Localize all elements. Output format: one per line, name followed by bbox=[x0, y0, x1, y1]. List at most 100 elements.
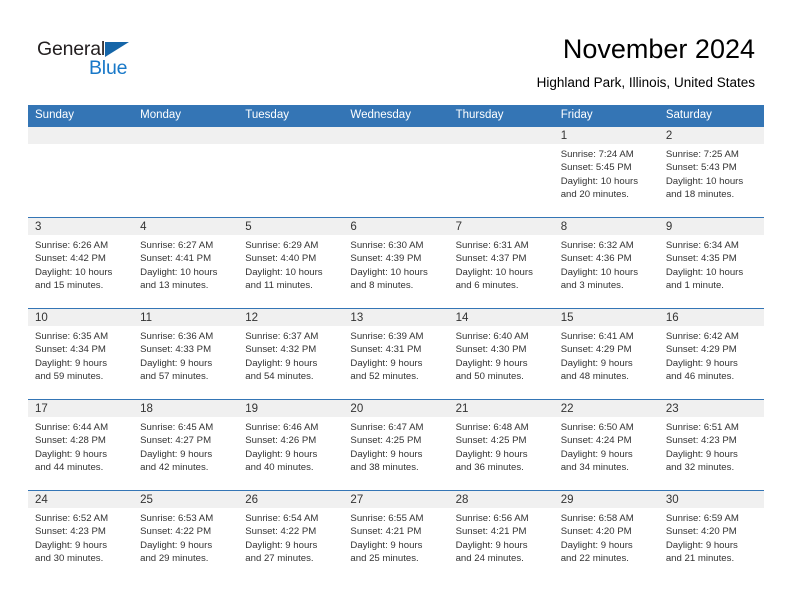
sunrise-time: Sunrise: 6:31 AM bbox=[455, 240, 529, 251]
day-number bbox=[238, 127, 344, 144]
sunrise-time: Sunrise: 6:46 AM bbox=[245, 422, 319, 433]
daylight-duration-line1: Daylight: 9 hours bbox=[665, 357, 738, 369]
calendar-day-cell[interactable]: 23 Sunrise: 6:51 AM Sunset: 4:23 PM Dayligh… bbox=[658, 399, 764, 491]
day-cell-inner: 15 Sunrise: 6:41 AM Sunset: 4:29 PM Dayligh… bbox=[553, 309, 659, 399]
daylight-duration-line1: Daylight: 9 hours bbox=[560, 448, 633, 460]
calendar-day-cell[interactable]: 11 Sunrise: 6:36 AM Sunset: 4:33 PM Dayligh… bbox=[133, 308, 239, 400]
calendar-week-row: 17 Sunrise: 6:44 AM Sunset: 4:28 PM Dayligh… bbox=[28, 399, 764, 491]
calendar-day-cell bbox=[133, 126, 239, 218]
calendar-body: 1 Sunrise: 7:24 AM Sunset: 5:45 PM Daylight… bbox=[28, 126, 764, 581]
calendar-day-cell[interactable]: 25 Sunrise: 6:53 AM Sunset: 4:22 PM Dayligh… bbox=[133, 490, 239, 581]
sunset-time: Sunset: 5:43 PM bbox=[665, 162, 737, 174]
day-cell-inner: 26 Sunrise: 6:54 AM Sunset: 4:22 PM Dayligh… bbox=[238, 491, 344, 581]
calendar-day-cell[interactable]: 22 Sunrise: 6:50 AM Sunset: 4:24 PM Dayligh… bbox=[553, 399, 659, 491]
day-cell-inner: 16 Sunrise: 6:42 AM Sunset: 4:29 PM Dayligh… bbox=[658, 309, 764, 399]
day-details: Sunrise: 6:53 AM Sunset: 4:22 PM Daylight:… bbox=[133, 508, 238, 566]
calendar-day-cell[interactable]: 12 Sunrise: 6:37 AM Sunset: 4:32 PM Dayligh… bbox=[238, 308, 344, 400]
sunset-time: Sunset: 4:30 PM bbox=[455, 344, 527, 356]
day-number bbox=[343, 127, 449, 144]
daylight-duration-line2: and 25 minutes. bbox=[350, 553, 419, 565]
calendar-day-cell[interactable]: 5 Sunrise: 6:29 AM Sunset: 4:40 PM Daylight… bbox=[238, 217, 344, 309]
logo-text-blue: Blue bbox=[89, 57, 128, 79]
day-number: 27 bbox=[343, 491, 449, 508]
calendar-day-cell[interactable]: 10 Sunrise: 6:35 AM Sunset: 4:34 PM Dayligh… bbox=[28, 308, 134, 400]
daylight-duration-line1: Daylight: 9 hours bbox=[455, 357, 528, 369]
day-number: 12 bbox=[238, 309, 344, 326]
calendar-day-cell[interactable]: 8 Sunrise: 6:32 AM Sunset: 4:36 PM Daylight… bbox=[553, 217, 659, 309]
calendar-day-cell bbox=[448, 126, 554, 218]
calendar-day-cell[interactable]: 24 Sunrise: 6:52 AM Sunset: 4:23 PM Dayligh… bbox=[28, 490, 134, 581]
calendar-day-cell[interactable]: 26 Sunrise: 6:54 AM Sunset: 4:22 PM Dayligh… bbox=[238, 490, 344, 581]
day-number: 16 bbox=[658, 309, 764, 326]
sunrise-time: Sunrise: 6:27 AM bbox=[140, 240, 214, 251]
calendar-day-cell[interactable]: 16 Sunrise: 6:42 AM Sunset: 4:29 PM Dayligh… bbox=[658, 308, 764, 400]
calendar-day-cell[interactable]: 15 Sunrise: 6:41 AM Sunset: 4:29 PM Dayligh… bbox=[553, 308, 659, 400]
calendar-day-cell[interactable]: 19 Sunrise: 6:46 AM Sunset: 4:26 PM Dayligh… bbox=[238, 399, 344, 491]
daylight-duration-line2: and 20 minutes. bbox=[560, 189, 629, 201]
day-details: Sunrise: 6:35 AM Sunset: 4:34 PM Daylight:… bbox=[28, 326, 133, 384]
calendar-day-cell[interactable]: 2 Sunrise: 7:25 AM Sunset: 5:43 PM Daylight… bbox=[658, 126, 764, 218]
sunrise-time: Sunrise: 6:40 AM bbox=[455, 331, 529, 342]
sunset-time: Sunset: 4:29 PM bbox=[560, 344, 632, 356]
calendar-day-cell bbox=[343, 126, 449, 218]
day-number: 29 bbox=[553, 491, 659, 508]
daylight-duration-line1: Daylight: 10 hours bbox=[665, 266, 744, 278]
daylight-duration-line1: Daylight: 9 hours bbox=[350, 539, 423, 551]
calendar-day-cell[interactable]: 18 Sunrise: 6:45 AM Sunset: 4:27 PM Dayligh… bbox=[133, 399, 239, 491]
calendar-day-cell[interactable]: 17 Sunrise: 6:44 AM Sunset: 4:28 PM Dayligh… bbox=[28, 399, 134, 491]
sunrise-time: Sunrise: 6:54 AM bbox=[245, 513, 319, 524]
daylight-duration-line2: and 3 minutes. bbox=[560, 280, 624, 292]
day-cell-inner bbox=[28, 127, 134, 217]
daylight-duration-line2: and 21 minutes. bbox=[665, 553, 735, 565]
day-cell-inner bbox=[448, 127, 554, 217]
daylight-duration-line1: Daylight: 9 hours bbox=[560, 539, 633, 551]
day-details: Sunrise: 6:32 AM Sunset: 4:36 PM Daylight:… bbox=[554, 235, 659, 293]
calendar-day-cell[interactable]: 20 Sunrise: 6:47 AM Sunset: 4:25 PM Dayligh… bbox=[343, 399, 449, 491]
day-cell-inner: 19 Sunrise: 6:46 AM Sunset: 4:26 PM Dayligh… bbox=[238, 400, 344, 490]
sunrise-time: Sunrise: 6:52 AM bbox=[35, 513, 109, 524]
sunset-time: Sunset: 4:21 PM bbox=[455, 526, 527, 538]
calendar-week-row: 10 Sunrise: 6:35 AM Sunset: 4:34 PM Dayligh… bbox=[28, 308, 764, 400]
sunset-time: Sunset: 4:42 PM bbox=[35, 253, 106, 265]
day-number: 5 bbox=[238, 218, 344, 235]
day-number: 17 bbox=[28, 400, 134, 417]
calendar-day-cell[interactable]: 27 Sunrise: 6:55 AM Sunset: 4:21 PM Dayligh… bbox=[343, 490, 449, 581]
sunset-time: Sunset: 4:22 PM bbox=[140, 526, 212, 538]
daylight-duration-line1: Daylight: 9 hours bbox=[245, 448, 318, 460]
daylight-duration-line1: Daylight: 9 hours bbox=[140, 357, 213, 369]
calendar-day-cell[interactable]: 6 Sunrise: 6:30 AM Sunset: 4:39 PM Daylight… bbox=[343, 217, 449, 309]
day-details: Sunrise: 6:30 AM Sunset: 4:39 PM Daylight:… bbox=[343, 235, 448, 293]
daylight-duration-line2: and 11 minutes. bbox=[245, 280, 313, 292]
weekday-header-tuesday: Tuesday bbox=[238, 105, 344, 127]
day-cell-inner: 13 Sunrise: 6:39 AM Sunset: 4:31 PM Dayligh… bbox=[343, 309, 449, 399]
calendar-day-cell[interactable]: 1 Sunrise: 7:24 AM Sunset: 5:45 PM Daylight… bbox=[553, 126, 659, 218]
calendar-day-cell[interactable]: 3 Sunrise: 6:26 AM Sunset: 4:42 PM Daylight… bbox=[28, 217, 134, 309]
day-number: 18 bbox=[133, 400, 239, 417]
daylight-duration-line2: and 36 minutes. bbox=[455, 462, 524, 474]
day-cell-inner bbox=[133, 127, 239, 217]
sunrise-time: Sunrise: 6:53 AM bbox=[140, 513, 214, 524]
calendar-day-cell[interactable]: 7 Sunrise: 6:31 AM Sunset: 4:37 PM Daylight… bbox=[448, 217, 554, 309]
sunrise-time: Sunrise: 6:37 AM bbox=[245, 331, 319, 342]
calendar-day-cell[interactable]: 30 Sunrise: 6:59 AM Sunset: 4:20 PM Dayligh… bbox=[658, 490, 764, 581]
calendar-day-cell[interactable]: 4 Sunrise: 6:27 AM Sunset: 4:41 PM Daylight… bbox=[133, 217, 239, 309]
sunrise-time: Sunrise: 6:45 AM bbox=[140, 422, 214, 433]
daylight-duration-line1: Daylight: 10 hours bbox=[140, 266, 218, 278]
day-number: 21 bbox=[448, 400, 554, 417]
day-details: Sunrise: 6:31 AM Sunset: 4:37 PM Daylight:… bbox=[449, 235, 554, 293]
sunset-time: Sunset: 4:23 PM bbox=[35, 526, 106, 538]
day-cell-inner: 29 Sunrise: 6:58 AM Sunset: 4:20 PM Dayligh… bbox=[553, 491, 659, 581]
calendar-day-cell[interactable]: 29 Sunrise: 6:58 AM Sunset: 4:20 PM Dayligh… bbox=[553, 490, 659, 581]
sunrise-time: Sunrise: 6:34 AM bbox=[665, 240, 739, 251]
calendar-day-cell[interactable]: 14 Sunrise: 6:40 AM Sunset: 4:30 PM Dayligh… bbox=[448, 308, 554, 400]
calendar-page: General Blue November 2024 Highland Park… bbox=[0, 0, 792, 612]
sunset-time: Sunset: 4:20 PM bbox=[665, 526, 737, 538]
general-blue-logo[interactable]: General Blue bbox=[37, 38, 157, 80]
day-number: 2 bbox=[658, 127, 764, 144]
calendar-day-cell[interactable]: 9 Sunrise: 6:34 AM Sunset: 4:35 PM Daylight… bbox=[658, 217, 764, 309]
calendar-day-cell[interactable]: 13 Sunrise: 6:39 AM Sunset: 4:31 PM Dayligh… bbox=[343, 308, 449, 400]
daylight-duration-line2: and 34 minutes. bbox=[560, 462, 629, 474]
day-cell-inner: 24 Sunrise: 6:52 AM Sunset: 4:23 PM Dayligh… bbox=[28, 491, 134, 581]
calendar-day-cell[interactable]: 28 Sunrise: 6:56 AM Sunset: 4:21 PM Dayligh… bbox=[448, 490, 554, 581]
calendar-day-cell[interactable]: 21 Sunrise: 6:48 AM Sunset: 4:25 PM Dayligh… bbox=[448, 399, 554, 491]
